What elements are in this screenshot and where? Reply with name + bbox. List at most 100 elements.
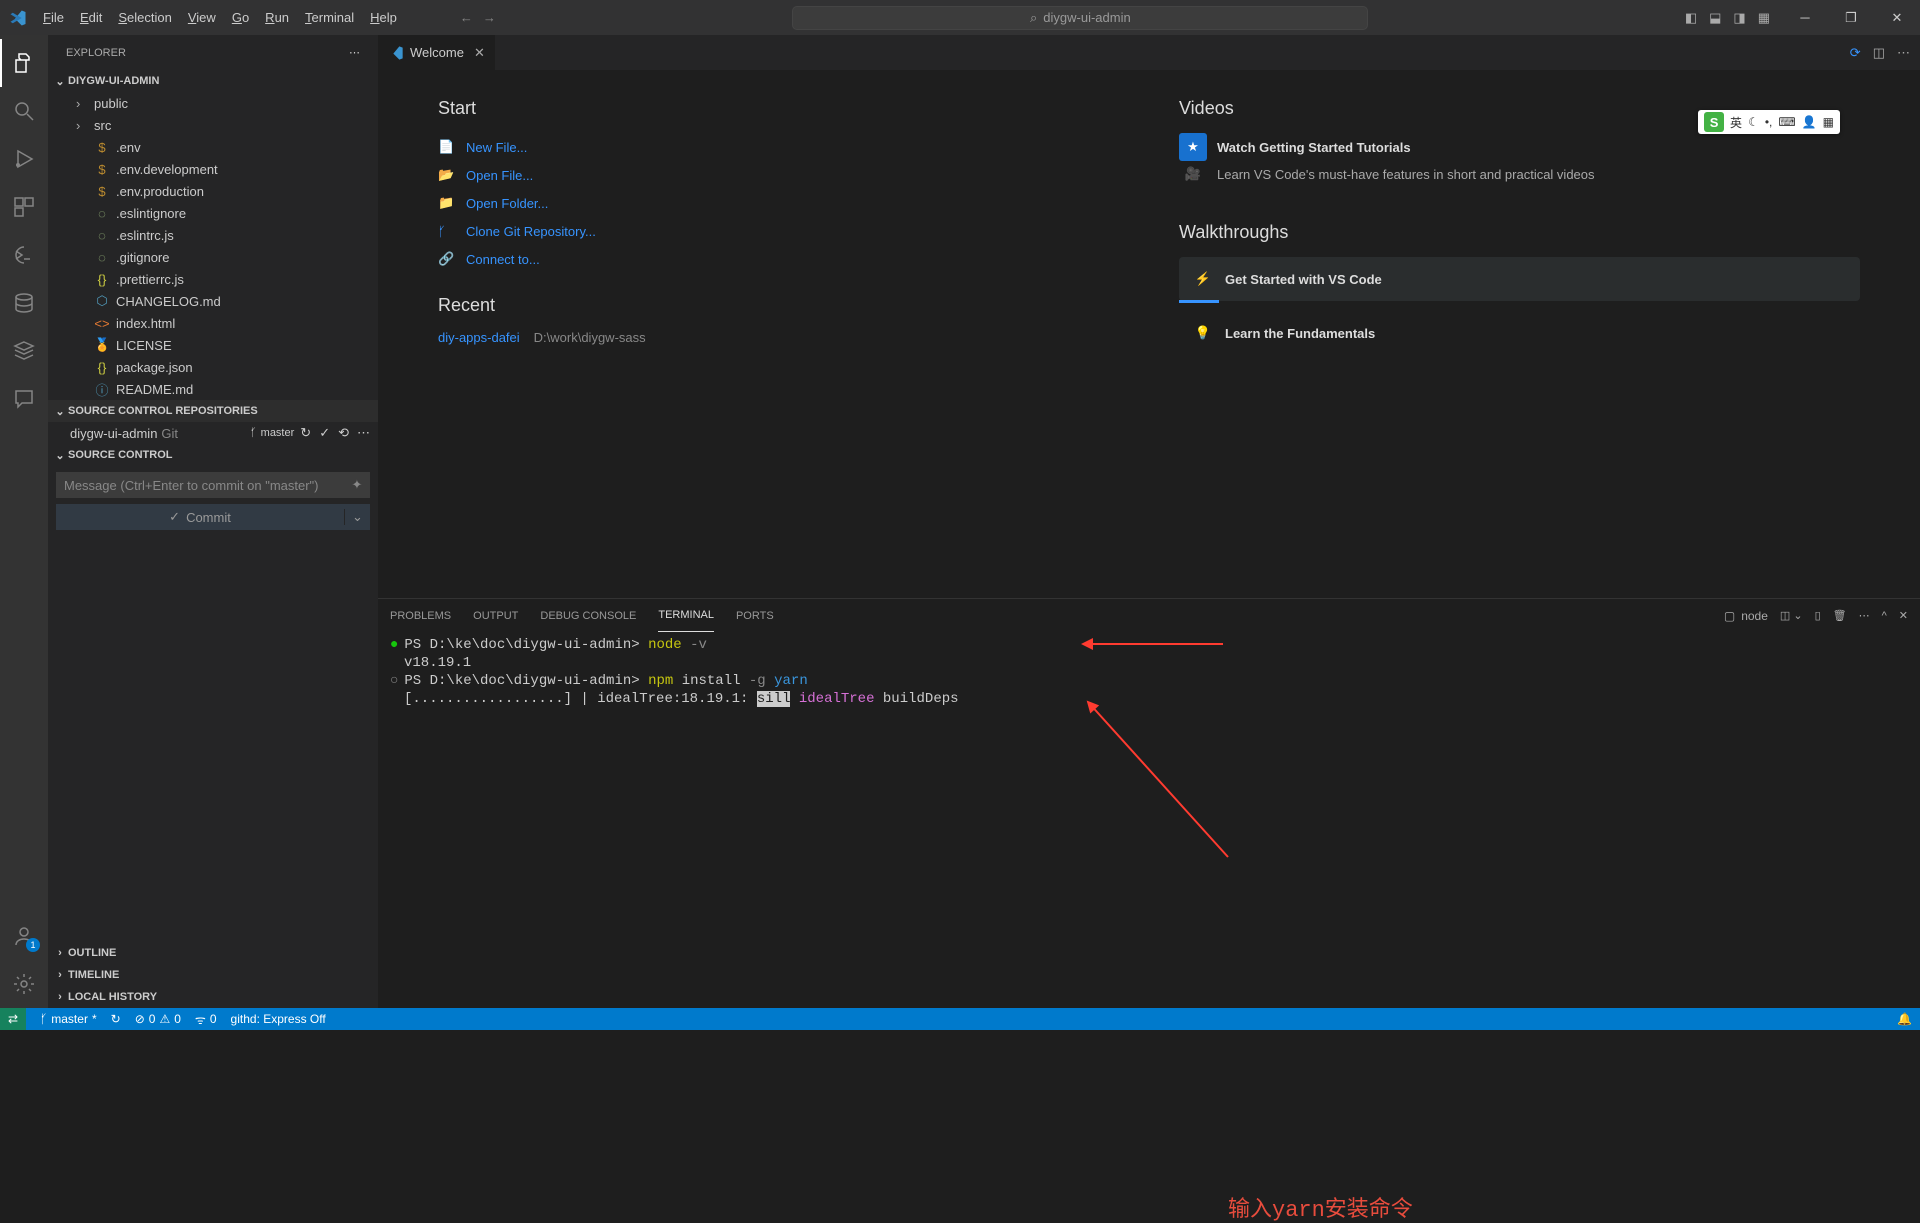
project-header[interactable]: ⌄ DIYGW-UI-ADMIN	[48, 70, 378, 92]
refresh-icon[interactable]: ⟲	[338, 425, 349, 441]
tree-item[interactable]: ›public	[58, 92, 378, 114]
status-ports[interactable]: ᯤ 0	[195, 1011, 217, 1028]
panel-tab[interactable]: TERMINAL	[658, 599, 714, 632]
ime-lang[interactable]: 英	[1730, 114, 1742, 131]
tree-item[interactable]: {}.prettierrc.js	[58, 268, 378, 290]
tree-item[interactable]: 🏅LICENSE	[58, 334, 378, 356]
scm-branch[interactable]: ᚶ master	[250, 427, 294, 439]
panel-tab[interactable]: OUTPUT	[473, 599, 518, 632]
menu-terminal[interactable]: Terminal	[297, 0, 362, 35]
tree-item[interactable]: $.env	[58, 136, 378, 158]
tree-item[interactable]: ◌.gitignore	[58, 246, 378, 268]
tree-item[interactable]: ›src	[58, 114, 378, 136]
activity-extensions[interactable]	[0, 183, 48, 231]
menu-edit[interactable]: Edit	[72, 0, 110, 35]
local-history-header[interactable]: › LOCAL HISTORY	[48, 986, 378, 1008]
menu-selection[interactable]: Selection	[110, 0, 179, 35]
tree-item[interactable]: $.env.development	[58, 158, 378, 180]
start-link[interactable]: 📄New File...	[438, 133, 1119, 161]
split-editor-icon[interactable]: ◫	[1873, 45, 1885, 61]
status-problems[interactable]: ⊘ 0 ⚠ 0	[135, 1012, 181, 1026]
status-sync[interactable]: ↻	[111, 1012, 121, 1026]
new-terminal-icon[interactable]: ▯	[1815, 609, 1821, 622]
activity-accounts[interactable]: 1	[0, 912, 48, 960]
tree-item[interactable]: ◌.eslintignore	[58, 202, 378, 224]
tree-item[interactable]: {}package.json	[58, 356, 378, 378]
more-icon[interactable]: ⋯	[357, 425, 370, 441]
nav-back[interactable]: ←	[460, 10, 473, 25]
activity-manage[interactable]	[0, 960, 48, 1008]
activity-explorer[interactable]	[0, 39, 48, 87]
grid-icon[interactable]: ▦	[1823, 115, 1834, 129]
walkthrough-fundamentals[interactable]: 💡 Learn the Fundamentals	[1179, 311, 1860, 355]
tab-welcome[interactable]: Welcome ✕	[378, 35, 496, 70]
menu-view[interactable]: View	[180, 0, 224, 35]
status-githd[interactable]: githd: Express Off	[231, 1012, 326, 1026]
commit-button[interactable]: ✓ Commit	[56, 509, 344, 525]
kill-terminal-icon[interactable]: 🗑	[1833, 609, 1847, 622]
panel-tab[interactable]: PROBLEMS	[390, 599, 451, 632]
remote-indicator[interactable]: ⇄	[0, 1008, 26, 1030]
punct-icon[interactable]: •,	[1765, 115, 1773, 129]
maximize-button[interactable]: ❐	[1828, 0, 1874, 35]
terminal-dropdown[interactable]: ▢ node	[1724, 609, 1768, 623]
close-tab-icon[interactable]: ✕	[474, 45, 485, 61]
minimize-button[interactable]: ─	[1782, 0, 1828, 35]
maximize-panel-icon[interactable]: ^	[1882, 610, 1887, 622]
menu-run[interactable]: Run	[257, 0, 297, 35]
menu-go[interactable]: Go	[224, 0, 257, 35]
run-icon[interactable]: ⟳	[1850, 45, 1861, 61]
activity-comment[interactable]	[0, 375, 48, 423]
start-link[interactable]: ᚶClone Git Repository...	[438, 217, 1119, 245]
status-branch[interactable]: ᚶ master*	[40, 1012, 97, 1026]
toggle-panel-icon[interactable]: ⬓	[1709, 10, 1721, 26]
tree-item[interactable]: ⬡CHANGELOG.md	[58, 290, 378, 312]
sync-icon[interactable]: ↻	[300, 425, 311, 441]
close-button[interactable]: ✕	[1874, 0, 1920, 35]
recent-item[interactable]: diy-apps-dafei D:\work\diygw-sass	[438, 330, 1119, 352]
tree-item[interactable]: ◌.eslintrc.js	[58, 224, 378, 246]
panel-tab[interactable]: PORTS	[736, 599, 774, 632]
tab-more-icon[interactable]: ⋯	[1897, 45, 1910, 61]
sidebar-more-icon[interactable]: ⋯	[349, 46, 360, 59]
panel-tab[interactable]: DEBUG CONSOLE	[540, 599, 636, 632]
menu-help[interactable]: Help	[362, 0, 405, 35]
outline-header[interactable]: › OUTLINE	[48, 942, 378, 964]
panel-more-icon[interactable]: ⋯	[1859, 609, 1870, 622]
tree-item[interactable]: $.env.production	[58, 180, 378, 202]
terminal-content[interactable]: ●PS D:\ke\doc\diygw-ui-admin> node -v v1…	[378, 632, 1920, 1008]
ime-toolbar[interactable]: S 英 ☾ •, ⌨ 👤 ▦	[1698, 110, 1840, 134]
moon-icon[interactable]: ☾	[1748, 115, 1759, 129]
activity-remote[interactable]	[0, 231, 48, 279]
scm-repos-header[interactable]: ⌄ SOURCE CONTROL REPOSITORIES	[48, 400, 378, 422]
close-panel-icon[interactable]: ✕	[1899, 609, 1908, 622]
commit-dropdown[interactable]: ⌄	[344, 509, 370, 525]
customize-layout-icon[interactable]: ▦	[1758, 10, 1770, 26]
nav-forward[interactable]: →	[483, 10, 496, 25]
command-center-search[interactable]: ⌕ diygw-ui-admin	[792, 6, 1368, 30]
split-terminal-icon[interactable]: ◫ ⌄	[1780, 609, 1803, 622]
person-icon[interactable]: 👤	[1802, 115, 1817, 129]
tree-item[interactable]: ⓘREADME.md	[58, 378, 378, 400]
scm-repo-row[interactable]: diygw-ui-adminGit ᚶ master ↻ ✓ ⟲ ⋯	[48, 422, 378, 444]
activity-database[interactable]	[0, 279, 48, 327]
activity-run-debug[interactable]	[0, 135, 48, 183]
video-card[interactable]: ★ Watch Getting Started Tutorials	[1179, 133, 1860, 161]
timeline-header[interactable]: › TIMELINE	[48, 964, 378, 986]
toggle-primary-sidebar-icon[interactable]: ◧	[1685, 10, 1697, 26]
toggle-secondary-sidebar-icon[interactable]: ◨	[1733, 10, 1745, 26]
tree-item[interactable]: <>index.html	[58, 312, 378, 334]
start-link[interactable]: 📂Open File...	[438, 161, 1119, 189]
start-link[interactable]: 🔗Connect to...	[438, 245, 1119, 273]
scm-header[interactable]: ⌄ SOURCE CONTROL	[48, 444, 378, 466]
activity-stack[interactable]	[0, 327, 48, 375]
walkthrough-get-started[interactable]: ⚡ Get Started with VS Code	[1179, 257, 1860, 301]
commit-icon[interactable]: ✓	[319, 425, 330, 441]
commit-message-input[interactable]	[56, 478, 344, 493]
menu-file[interactable]: File	[35, 0, 72, 35]
keyboard-icon[interactable]: ⌨	[1778, 115, 1795, 129]
sparkle-icon[interactable]: ✦	[344, 477, 370, 493]
status-notifications[interactable]: 🔔	[1897, 1012, 1912, 1026]
activity-search[interactable]	[0, 87, 48, 135]
start-link[interactable]: 📁Open Folder...	[438, 189, 1119, 217]
